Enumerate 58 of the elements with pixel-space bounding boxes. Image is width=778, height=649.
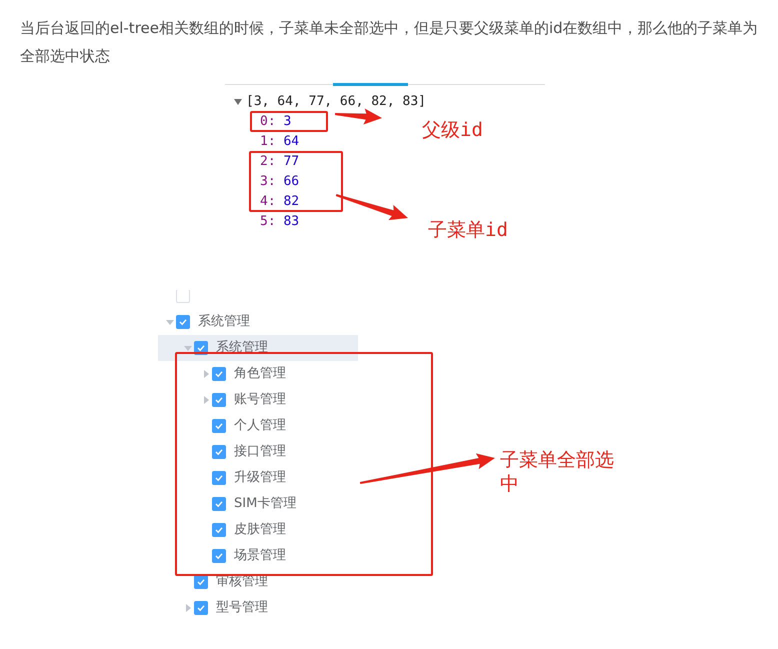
tree-label: 场景管理 (234, 547, 286, 566)
checkmark-icon (178, 317, 188, 327)
checkbox[interactable] (212, 393, 226, 407)
array-entry: 1: 64 (260, 133, 300, 151)
checkmark-icon (214, 473, 224, 483)
tree-row[interactable]: 皮肤管理 (158, 517, 358, 543)
tree-row[interactable]: 账号管理 (158, 387, 358, 413)
disclosure-triangle-icon[interactable] (233, 96, 243, 107)
checkmark-icon (214, 421, 224, 431)
checkbox[interactable] (212, 471, 226, 485)
annotation-label: 子菜单id (428, 218, 508, 242)
tree-row[interactable]: 个人管理 (158, 413, 358, 439)
tree-label: 接口管理 (234, 443, 286, 462)
tree-row[interactable]: 场景管理 (158, 543, 358, 569)
tree-label: SIM卡管理 (234, 495, 296, 514)
checkmark-icon (214, 499, 224, 509)
array-summary: [3, 64, 77, 66, 82, 83] (246, 93, 426, 111)
checkbox[interactable] (212, 367, 226, 381)
checkmark-icon (214, 525, 224, 535)
tree-label: 账号管理 (234, 391, 286, 410)
tree-row[interactable]: 升级管理 (158, 465, 358, 491)
checkbox[interactable] (212, 497, 226, 511)
annotation-label: 父级id (422, 118, 483, 142)
checkmark-icon (214, 551, 224, 561)
checkmark-icon (196, 343, 206, 353)
array-entry: 4: 82 (260, 193, 300, 211)
tree-label: 个人管理 (234, 417, 286, 436)
array-entry: 0: 3 (260, 113, 292, 131)
checkmark-icon (196, 603, 206, 613)
checkmark-icon (214, 447, 224, 457)
annotation-label: 子菜单全部选中 (500, 448, 615, 496)
checkbox[interactable] (212, 445, 226, 459)
paragraph: 当后台返回的el-tree相关数组的时候，子菜单未全部选中，但是只要父级菜单的id在数组中，那么他的子菜单为全部选中状态 (20, 18, 759, 67)
checkmark-icon (214, 369, 224, 379)
array-entry: 5: 83 (260, 213, 300, 231)
checkbox[interactable] (194, 575, 208, 589)
tree-row[interactable]: 系统管理 (158, 335, 358, 361)
tree-label: 系统管理 (198, 313, 250, 332)
checkmark-icon (196, 577, 206, 587)
tree-label: 角色管理 (234, 365, 286, 384)
array-entry: 3: 66 (260, 173, 300, 191)
tree-row[interactable]: 角色管理 (158, 361, 358, 387)
tree-label: 系统管理 (216, 339, 268, 358)
checkbox[interactable] (212, 419, 226, 433)
tree-row[interactable]: SIM卡管理 (158, 491, 358, 517)
tree-label: 型号管理 (216, 599, 268, 618)
checkbox[interactable] (212, 523, 226, 537)
checkbox[interactable] (194, 601, 208, 615)
arrow (334, 106, 383, 126)
tree-row[interactable]: 接口管理 (158, 439, 358, 465)
checkbox[interactable] (212, 549, 226, 563)
tree-row[interactable]: 型号管理 (158, 595, 358, 621)
tree-label: 皮肤管理 (234, 521, 286, 540)
tree-row[interactable]: 系统管理 (158, 309, 358, 335)
array-entry: 2: 77 (260, 153, 300, 171)
checkmark-icon (214, 395, 224, 405)
checkbox[interactable] (176, 315, 190, 329)
tree-label: 升级管理 (234, 469, 286, 488)
